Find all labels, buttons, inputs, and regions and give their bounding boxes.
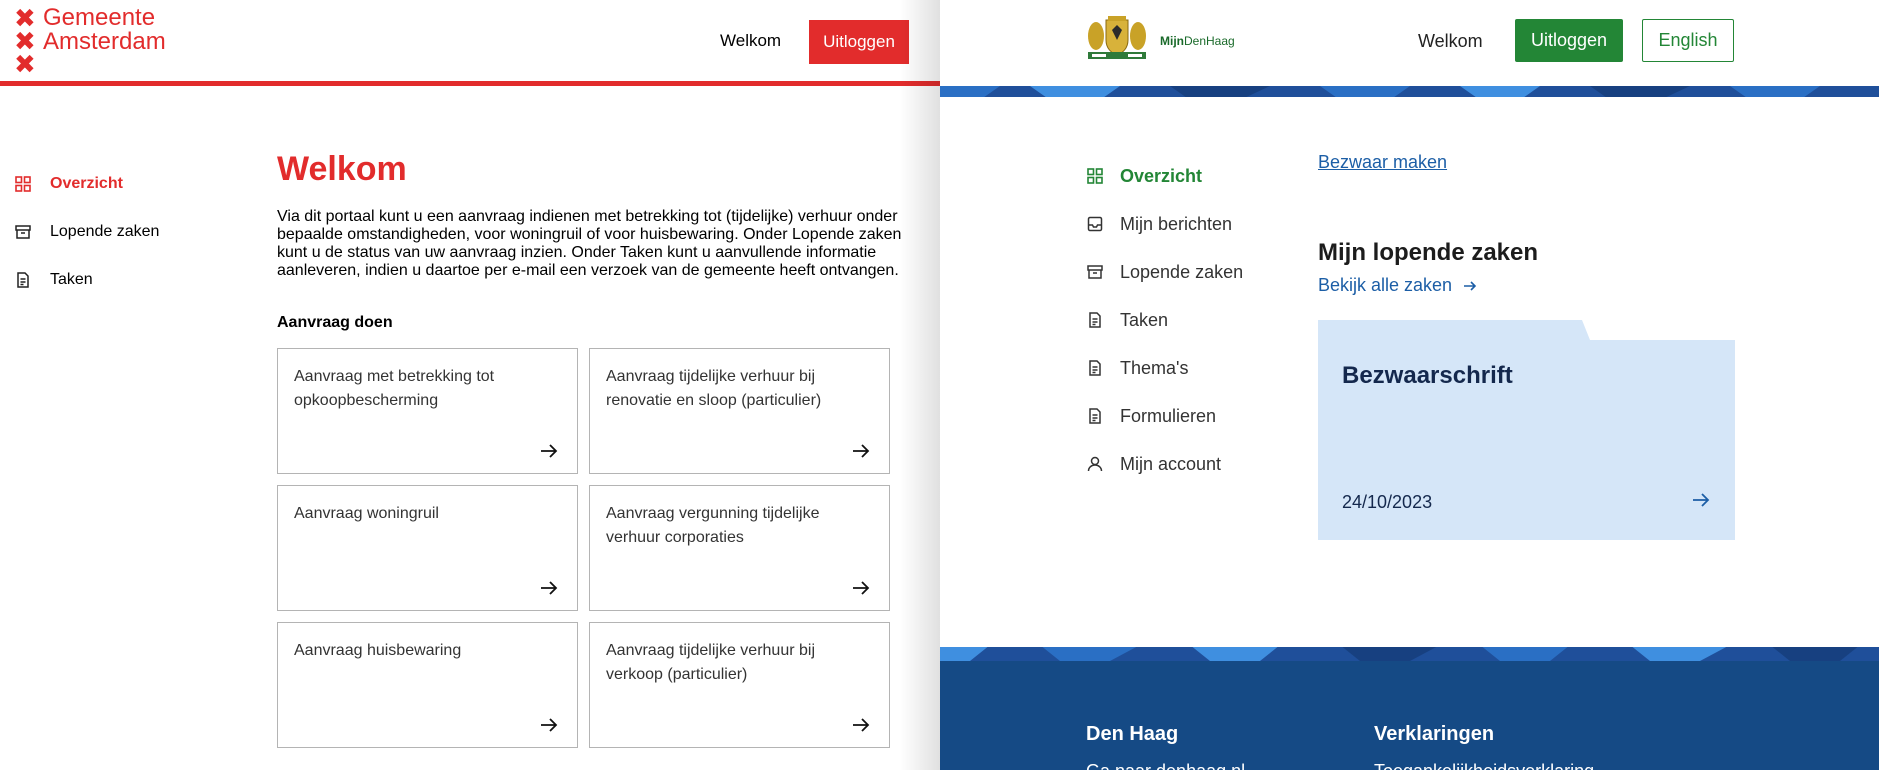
panel-shadow	[900, 0, 940, 770]
footer-col-title: Verklaringen	[1374, 723, 1495, 745]
denhaag-crest-icon	[1088, 16, 1146, 59]
sidebar-item-label: Mijn berichten	[1120, 213, 1233, 234]
sidebar-item-label: Mijn account	[1120, 453, 1222, 474]
sidebar-item-formulieren[interactable]: Formulieren	[1086, 392, 1243, 440]
sidebar-item-label: Lopende zaken	[50, 223, 160, 240]
case-title: Bezwaarschrift	[1342, 362, 1513, 389]
sidebar-item-label: Taken	[50, 271, 93, 288]
arrow-right-icon	[541, 581, 558, 595]
arrow-right-icon	[541, 444, 558, 458]
logo-line-1: Gemeente	[43, 4, 156, 31]
archive-icon	[14, 223, 32, 241]
welcome-label: Welkom	[1418, 31, 1483, 51]
sidebar-item-label: Thema's	[1120, 357, 1189, 378]
document-icon	[1086, 311, 1104, 329]
decorative-pattern-band	[940, 645, 1879, 661]
sidebar-item-label: Overzicht	[50, 175, 123, 192]
sidebar-item-lopende-zaken[interactable]: Lopende zaken	[1086, 248, 1243, 296]
arrow-right-icon	[541, 718, 558, 732]
sidebar-item-label: Taken	[1120, 309, 1169, 330]
amsterdam-sidebar: Overzicht Lopende zaken Taken	[14, 160, 159, 304]
card-label: Aanvraag tijdelijke verhuur bij verkoop …	[606, 642, 815, 683]
logout-button[interactable]: Uitloggen	[809, 20, 909, 64]
denhaag-header: MijnDenHaag Welkom Uitloggen English	[940, 0, 1879, 86]
amsterdam-portal: ✖ ✖ ✖ Gemeente Amsterdam Welkom Uitloggen …	[0, 0, 940, 770]
sidebar-item-overzicht[interactable]: Overzicht	[1086, 152, 1243, 200]
sidebar-item-mijn-account[interactable]: Mijn account	[1086, 440, 1243, 488]
card-renovatie-sloop[interactable]: Aanvraag tijdelijke verhuur bij renovati…	[589, 348, 890, 474]
inbox-icon	[1086, 215, 1104, 233]
archive-icon	[1086, 263, 1104, 281]
card-corporaties[interactable]: Aanvraag vergunning tijdelijke verhuur c…	[589, 485, 890, 611]
arrow-right-icon	[1462, 278, 1478, 294]
grid-icon	[14, 175, 32, 193]
welcome-label: Welkom	[720, 31, 782, 50]
case-card-bezwaarschrift[interactable]: Bezwaarschrift 24/10/2023	[1318, 320, 1735, 540]
page-title: Welkom	[277, 150, 407, 188]
document-icon	[14, 271, 32, 289]
sidebar-item-themas[interactable]: Thema's	[1086, 344, 1243, 392]
card-huisbewaring[interactable]: Aanvraag huisbewaring	[277, 622, 578, 748]
amsterdam-header: ✖ ✖ ✖ Gemeente Amsterdam Welkom Uitloggen	[0, 0, 940, 86]
all-cases-label: Bekijk alle zaken	[1318, 275, 1453, 295]
sidebar-item-taken[interactable]: Taken	[14, 256, 159, 304]
card-woningruil[interactable]: Aanvraag woningruil	[277, 485, 578, 611]
arrow-right-icon	[853, 718, 870, 732]
user-icon	[1086, 455, 1104, 473]
sidebar-item-overzicht[interactable]: Overzicht	[14, 160, 159, 208]
brand-name: DenHaag	[1184, 34, 1235, 48]
denhaag-sidebar: Overzicht Mijn berichten Lopende zaken T…	[1086, 152, 1243, 488]
denhaag-portal: MijnDenHaag Welkom Uitloggen English Ove…	[940, 0, 1879, 770]
sidebar-item-lopende-zaken[interactable]: Lopende zaken	[14, 208, 159, 256]
footer-link-toegankelijkheid[interactable]: Toegankelijkheidsverklaring	[1374, 761, 1594, 770]
footer-col-title: Den Haag	[1086, 723, 1179, 745]
sidebar-item-mijn-berichten[interactable]: Mijn berichten	[1086, 200, 1243, 248]
card-label: Aanvraag huisbewaring	[294, 642, 462, 659]
all-cases-link[interactable]: Bekijk alle zaken	[1318, 275, 1478, 296]
sidebar-item-label: Formulieren	[1120, 405, 1217, 426]
section-title: Mijn lopende zaken	[1318, 239, 1539, 266]
card-label: Aanvraag vergunning tijdelijke verhuur c…	[606, 505, 820, 546]
bezwaar-maken-link[interactable]: Bezwaar maken	[1318, 152, 1447, 173]
card-label: Aanvraag tijdelijke verhuur bij renovati…	[606, 368, 822, 409]
brand-label: MijnDenHaag	[1160, 34, 1235, 48]
brand-prefix: Mijn	[1160, 34, 1184, 48]
language-toggle-button[interactable]: English	[1642, 19, 1734, 62]
grid-icon	[1086, 167, 1104, 185]
card-verkoop[interactable]: Aanvraag tijdelijke verhuur bij verkoop …	[589, 622, 890, 748]
denhaag-footer: Den Haag Verklaringen Ga naar denhaag.nl…	[940, 661, 1879, 770]
document-icon	[1086, 359, 1104, 377]
arrow-right-icon	[853, 444, 870, 458]
arrow-right-icon	[1693, 493, 1710, 507]
footer-link-denhaag[interactable]: Ga naar denhaag.nl	[1086, 761, 1245, 770]
card-opkoopbescherming[interactable]: Aanvraag met betrekking tot opkoopbesche…	[277, 348, 578, 474]
decorative-pattern-band	[940, 86, 1879, 100]
card-label: Aanvraag woningruil	[294, 505, 439, 522]
logo-line-2: Amsterdam	[43, 28, 166, 55]
logout-button[interactable]: Uitloggen	[1515, 19, 1623, 62]
amsterdam-crosses-icon: ✖ ✖ ✖	[14, 4, 36, 80]
card-label: Aanvraag met betrekking tot opkoopbesche…	[294, 368, 495, 409]
document-icon	[1086, 407, 1104, 425]
sidebar-item-label: Overzicht	[1120, 165, 1203, 186]
sidebar-item-taken[interactable]: Taken	[1086, 296, 1243, 344]
case-date: 24/10/2023	[1342, 492, 1433, 512]
arrow-right-icon	[853, 581, 870, 595]
section-title: Aanvraag doen	[277, 314, 393, 331]
sidebar-item-label: Lopende zaken	[1120, 261, 1244, 282]
intro-text: Via dit portaal kunt u een aanvraag indi…	[277, 208, 902, 279]
amsterdam-main: Welkom Via dit portaal kunt u een aanvra…	[277, 150, 907, 748]
